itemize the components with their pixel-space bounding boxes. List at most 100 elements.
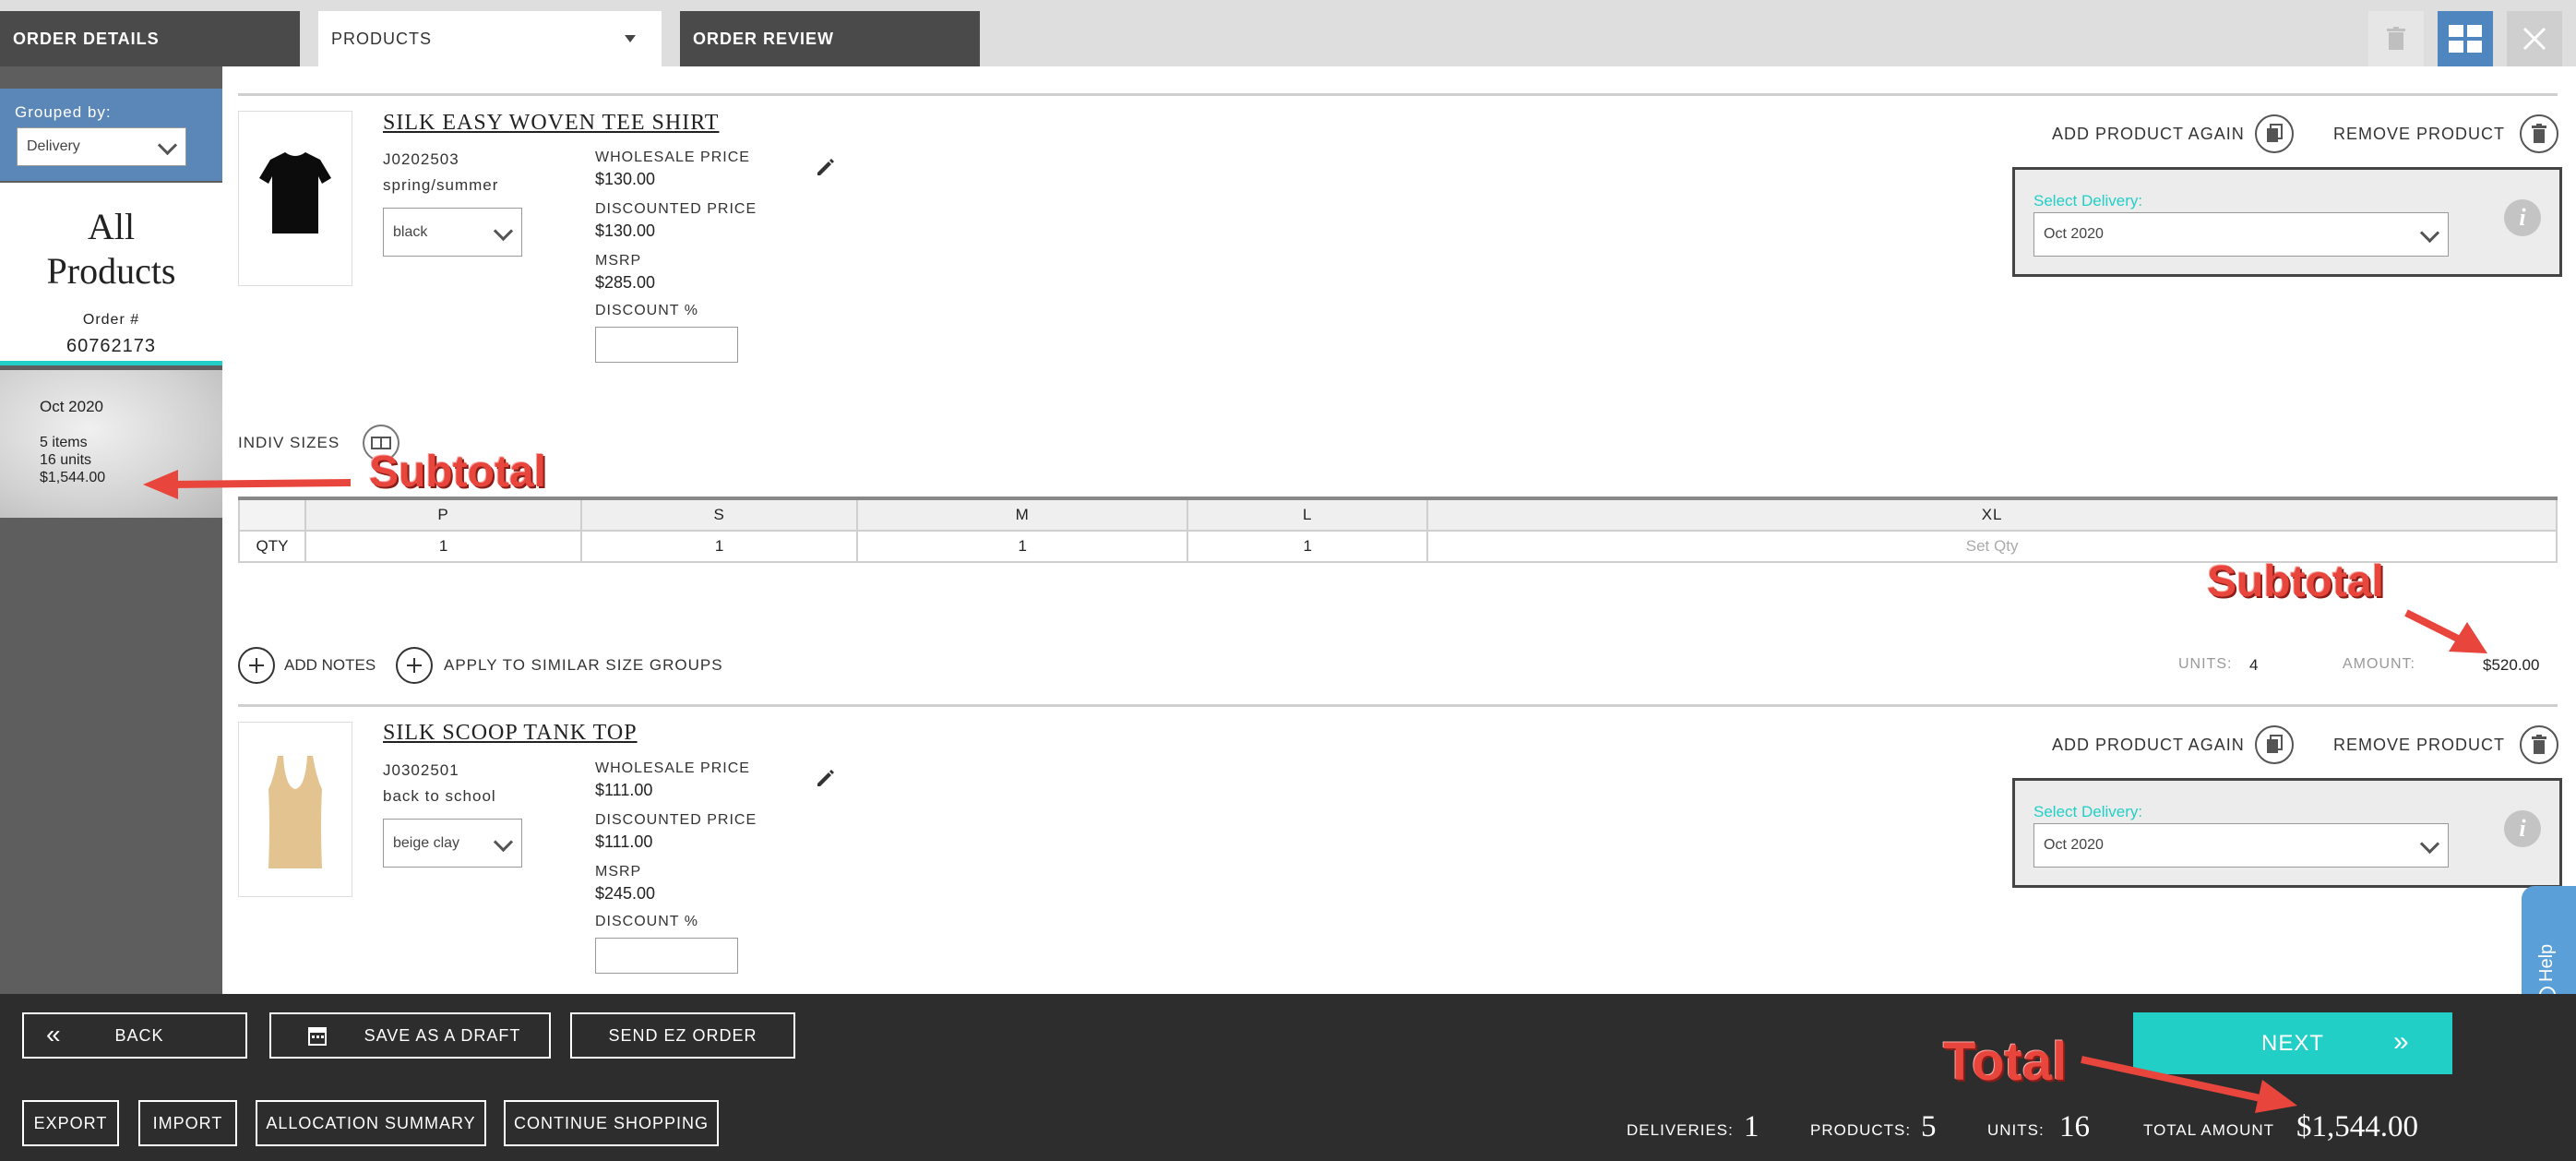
- add-product-again-label: ADD PRODUCT AGAIN: [2052, 125, 2245, 143]
- annotation-arrow-total: [2081, 1056, 2297, 1113]
- discount-input[interactable]: [595, 327, 738, 363]
- select-delivery-label: Select Delivery:: [2033, 803, 2143, 820]
- order-number: 60762173: [66, 336, 156, 356]
- add-notes-label[interactable]: ADD NOTES: [284, 656, 376, 675]
- grouped-by-value: Delivery: [27, 138, 80, 154]
- plus-icon: [249, 658, 264, 673]
- apply-similar-label[interactable]: APPLY TO SIMILAR SIZE GROUPS: [444, 656, 723, 675]
- product-image[interactable]: [238, 722, 352, 897]
- double-chevron-left-icon: «: [46, 1020, 62, 1048]
- qty-cell[interactable]: 1: [304, 530, 583, 563]
- edit-pencil-icon[interactable]: [815, 157, 835, 177]
- close-button[interactable]: [2507, 11, 2562, 66]
- divider: [238, 704, 2558, 707]
- discount-label: DISCOUNT %: [595, 914, 698, 929]
- size-header: S: [580, 497, 859, 532]
- product-amount-value: $520.00: [2483, 656, 2540, 674]
- units-label: UNITS:: [1987, 1121, 2045, 1139]
- continue-shopping-label: CONTINUE SHOPPING: [513, 1113, 710, 1132]
- trash-icon: [2532, 124, 2546, 143]
- info-icon[interactable]: i: [2504, 199, 2541, 236]
- size-header: XL: [1426, 497, 2558, 532]
- color-select[interactable]: beige clay: [383, 819, 522, 868]
- group-amount: $1,544.00: [40, 470, 106, 485]
- annotation-subtotal-left: Subtotal: [369, 448, 546, 497]
- allocation-summary-button[interactable]: ALLOCATION SUMMARY: [256, 1100, 486, 1146]
- trash-icon: [2387, 27, 2405, 50]
- tab-products[interactable]: PRODUCTS: [318, 11, 662, 66]
- remove-product-label: REMOVE PRODUCT: [2333, 125, 2506, 143]
- wholesale-label: WHOLESALE PRICE: [595, 150, 750, 165]
- close-icon: [2522, 27, 2546, 51]
- chevron-down-icon: [157, 135, 178, 156]
- info-icon[interactable]: i: [2504, 810, 2541, 847]
- import-label: IMPORT: [152, 1113, 223, 1132]
- edit-pencil-icon[interactable]: [815, 768, 835, 788]
- delivery-panel: Select Delivery: Oct 2020 i: [2012, 167, 2562, 277]
- export-button[interactable]: EXPORT: [22, 1100, 119, 1146]
- caret-down-icon: [625, 35, 636, 42]
- active-indicator: [0, 361, 222, 365]
- delete-order-button[interactable]: [2368, 11, 2424, 66]
- size-header: P: [304, 497, 583, 532]
- discount-input[interactable]: [595, 938, 738, 974]
- product-units-value: 4: [2249, 656, 2259, 674]
- size-header-row: P S M L XL: [238, 497, 2558, 532]
- annotation-arrow-left: [143, 470, 352, 499]
- export-label: EXPORT: [33, 1113, 108, 1132]
- continue-shopping-button[interactable]: CONTINUE SHOPPING: [504, 1100, 719, 1146]
- chevron-down-icon: [493, 832, 514, 852]
- color-value: beige clay: [393, 834, 460, 851]
- qty-cell[interactable]: 1: [856, 530, 1189, 563]
- product-image[interactable]: [238, 111, 352, 286]
- send-ez-order-button[interactable]: SEND EZ ORDER: [570, 1012, 795, 1059]
- remove-product-button[interactable]: [2520, 114, 2558, 153]
- group-units: 16 units: [40, 452, 92, 468]
- discounted-price: $130.00: [595, 221, 656, 240]
- apply-similar-button[interactable]: [396, 647, 433, 684]
- qty-cell[interactable]: 1: [580, 530, 859, 563]
- qty-cell[interactable]: 1: [1187, 530, 1429, 563]
- grouped-by-select[interactable]: Delivery: [17, 127, 186, 166]
- remove-product-button[interactable]: [2520, 725, 2558, 764]
- import-button[interactable]: IMPORT: [138, 1100, 237, 1146]
- plus-icon: [407, 658, 422, 673]
- qty-cell-set-qty[interactable]: Set Qty: [1426, 530, 2558, 563]
- product-season: spring/summer: [383, 176, 499, 194]
- add-product-again-label: ADD PRODUCT AGAIN: [2052, 736, 2245, 754]
- group-delivery: Oct 2020: [40, 398, 103, 415]
- color-select[interactable]: black: [383, 208, 522, 257]
- annotation-subtotal-right: Subtotal: [2207, 557, 2384, 606]
- add-notes-button[interactable]: [238, 647, 275, 684]
- all-products-panel: All Products Order # 60762173: [0, 183, 222, 365]
- group-by-panel: Grouped by: Delivery: [0, 89, 222, 181]
- add-product-again-button[interactable]: [2255, 114, 2294, 153]
- back-button[interactable]: « BACK: [22, 1012, 247, 1059]
- qty-row-label: QTY: [238, 530, 306, 563]
- grouped-by-label: Grouped by:: [15, 103, 112, 121]
- tank-top-image: [268, 756, 322, 868]
- size-header: L: [1187, 497, 1429, 532]
- add-product-again-button[interactable]: [2255, 725, 2294, 764]
- product-title[interactable]: SILK SCOOP TANK TOP: [383, 721, 638, 746]
- tab-order-review[interactable]: ORDER REVIEW: [680, 11, 980, 66]
- tab-products-label: PRODUCTS: [331, 29, 433, 48]
- back-label: BACK: [114, 1025, 164, 1045]
- divider: [238, 93, 2558, 96]
- tab-order-details[interactable]: ORDER DETAILS: [0, 11, 300, 66]
- chevron-down-icon: [2419, 833, 2440, 855]
- product-title[interactable]: SILK EASY WOVEN TEE SHIRT: [383, 111, 719, 136]
- group-items: 5 items: [40, 435, 88, 450]
- copy-icon: [2267, 735, 2283, 753]
- save-draft-button[interactable]: SAVE AS A DRAFT: [269, 1012, 551, 1059]
- trash-icon: [2532, 735, 2546, 754]
- delivery-select[interactable]: Oct 2020: [2033, 212, 2449, 257]
- product-sku: J0302501: [383, 761, 459, 779]
- grid-view-button[interactable]: [2438, 11, 2493, 66]
- tab-order-details-label: ORDER DETAILS: [13, 29, 160, 48]
- double-chevron-right-icon: »: [2393, 1026, 2409, 1057]
- remove-product-label: REMOVE PRODUCT: [2333, 736, 2506, 754]
- size-header: M: [856, 497, 1189, 532]
- delivery-select[interactable]: Oct 2020: [2033, 823, 2449, 868]
- product-season: back to school: [383, 787, 496, 805]
